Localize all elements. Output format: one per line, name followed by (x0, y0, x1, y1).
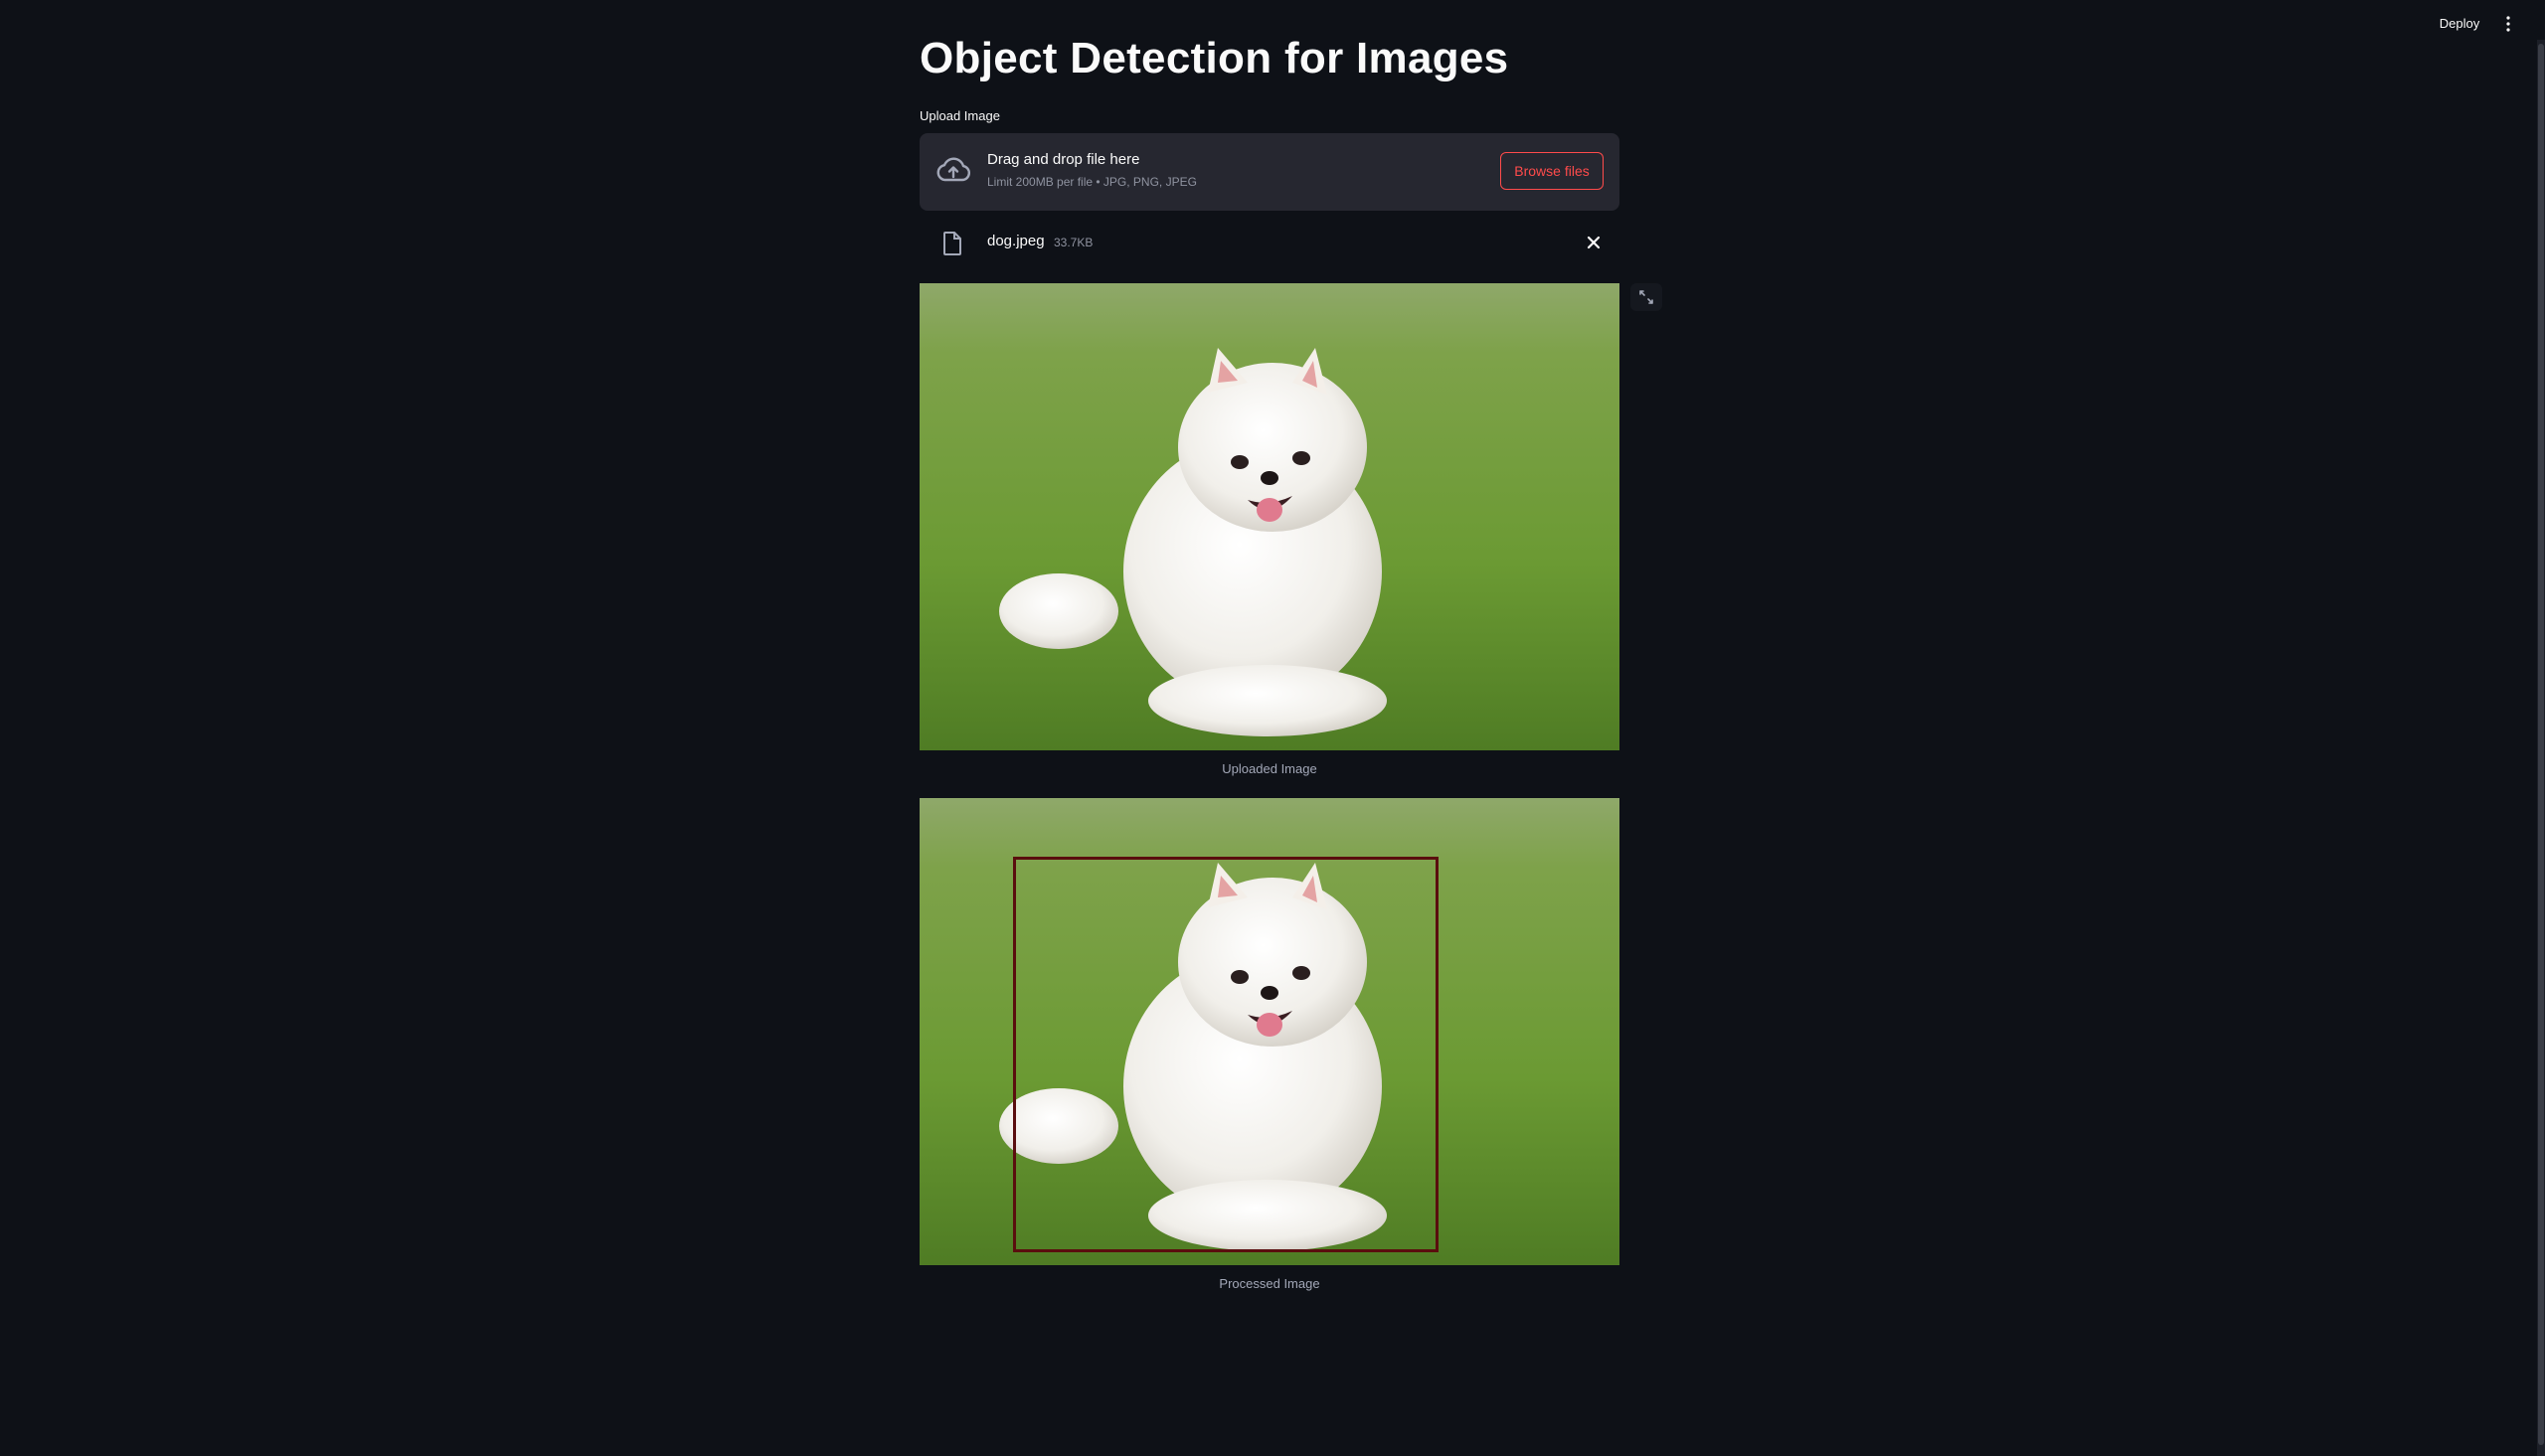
file-name: dog.jpeg (987, 233, 1045, 249)
scrollbar-thumb[interactable] (2538, 44, 2544, 1445)
processed-image (920, 798, 1619, 1265)
page-title: Object Detection for Images (920, 34, 1509, 82)
app-root: Deploy Object Detection for Images Uploa… (0, 0, 2545, 1456)
uploaded-file-row: dog.jpeg 33.7KB (920, 225, 1619, 260)
dropzone-subtitle: Limit 200MB per file • JPG, PNG, JPEG (987, 175, 1197, 189)
scrollbar[interactable] (2537, 40, 2545, 1456)
detection-bounding-box (1013, 857, 1439, 1252)
upload-label: Upload Image (920, 108, 1000, 123)
browse-files-button[interactable]: Browse files (1500, 152, 1604, 190)
dropzone-text: Drag and drop file here Limit 200MB per … (987, 151, 1197, 189)
dropzone-title: Drag and drop file here (987, 151, 1140, 168)
fullscreen-icon[interactable] (1630, 283, 1662, 311)
file-size: 33.7KB (1054, 236, 1094, 249)
more-vertical-icon[interactable] (2497, 12, 2519, 36)
cloud-upload-icon (936, 157, 971, 182)
file-icon (943, 232, 961, 255)
close-icon[interactable] (1584, 233, 1604, 252)
file-dropzone[interactable]: Drag and drop file here Limit 200MB per … (920, 133, 1619, 211)
processed-image-caption: Processed Image (1219, 1276, 1320, 1291)
uploaded-image (920, 283, 1619, 750)
deploy-button[interactable]: Deploy (2424, 12, 2495, 36)
uploaded-image-caption: Uploaded Image (1222, 761, 1317, 776)
